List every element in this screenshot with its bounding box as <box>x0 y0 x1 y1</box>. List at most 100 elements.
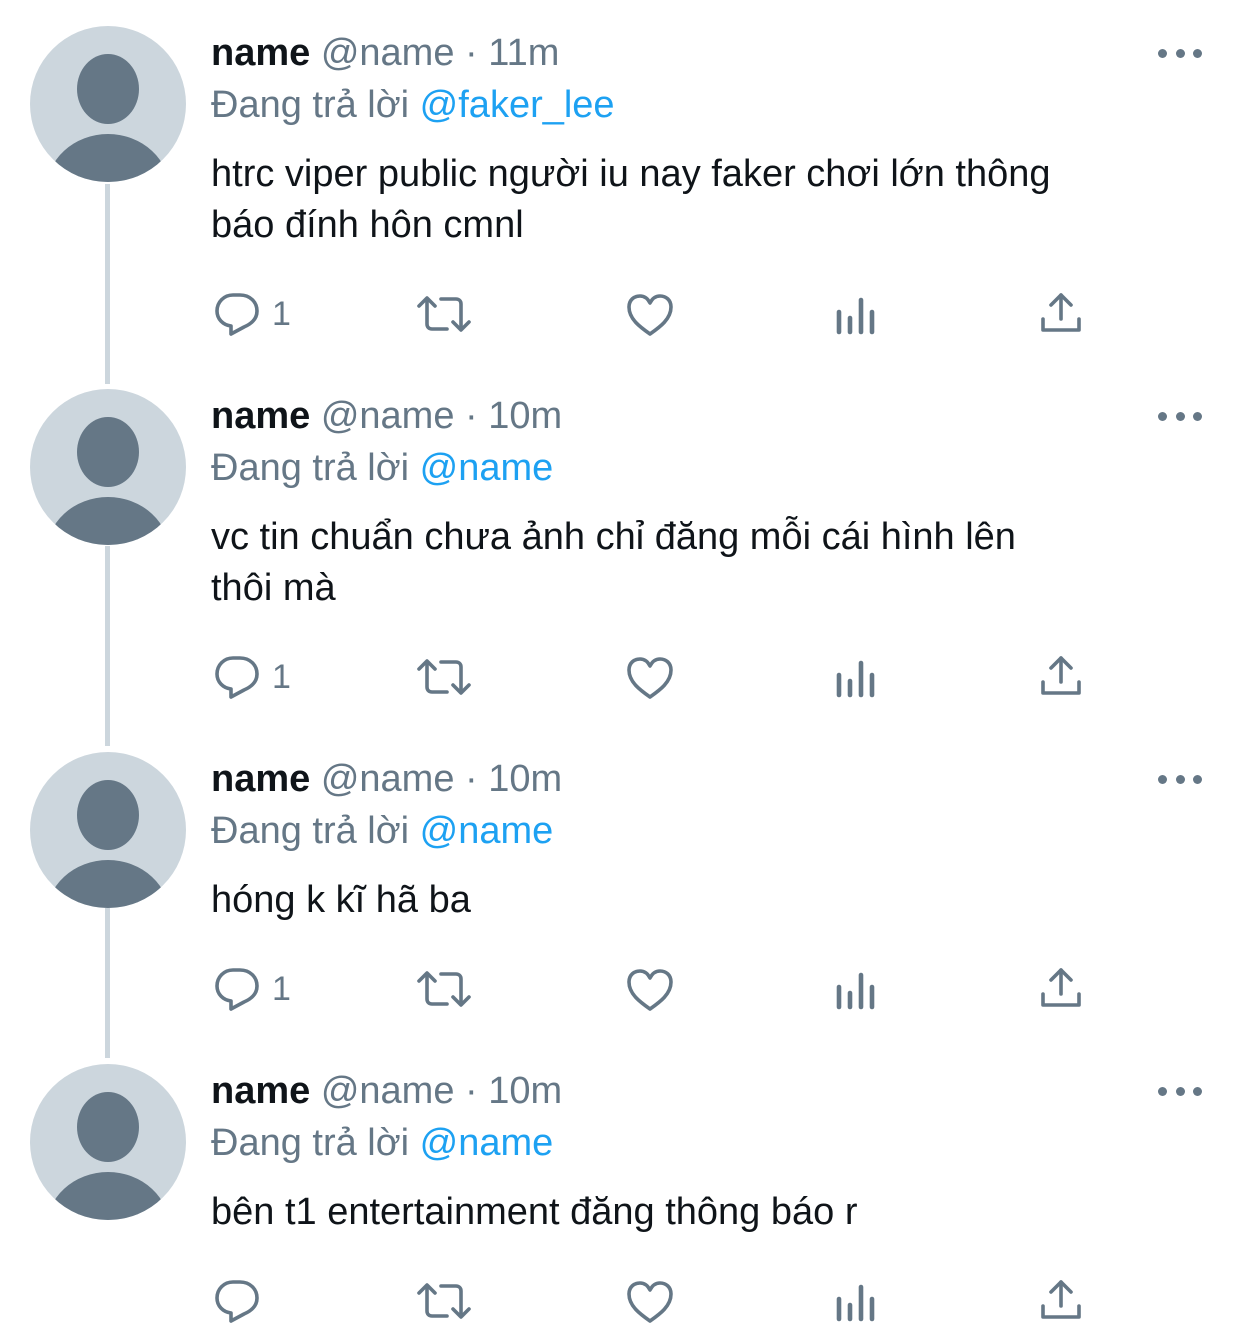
timestamp[interactable]: 11m <box>488 32 559 74</box>
tweet-header: name @name · 10m <box>211 393 562 439</box>
timestamp[interactable]: 10m <box>488 758 562 800</box>
heart-icon <box>627 969 673 1011</box>
analytics-icon <box>836 660 875 698</box>
separator: · <box>465 395 478 437</box>
analytics-icon <box>836 1284 875 1322</box>
share-button[interactable] <box>1040 1279 1082 1321</box>
analytics-button[interactable] <box>834 1283 878 1323</box>
user-handle[interactable]: @name <box>321 395 455 437</box>
more-icon[interactable] <box>1158 45 1202 61</box>
replying-label: Đang trả lời <box>211 810 410 852</box>
default-profile-icon <box>46 780 170 908</box>
reply-icon <box>215 1280 259 1323</box>
replying-to: Đang trả lời @name <box>211 1120 553 1166</box>
timestamp[interactable]: 10m <box>488 1070 562 1112</box>
retweet-button[interactable] <box>416 657 472 697</box>
analytics-icon <box>836 297 875 335</box>
thread-line <box>105 908 110 1058</box>
user-handle[interactable]: @name <box>321 1070 455 1112</box>
analytics-button[interactable] <box>834 659 878 699</box>
display-name[interactable]: name <box>211 395 310 437</box>
default-profile-icon <box>46 54 170 182</box>
retweet-button[interactable] <box>416 294 472 334</box>
tweet-text: htrc viper public người iu nay faker chơ… <box>211 149 1211 251</box>
tweet-text-line: htrc viper public người iu nay faker chơ… <box>211 153 1051 195</box>
default-profile-icon <box>46 1092 170 1220</box>
retweet-icon <box>417 1283 471 1319</box>
like-button[interactable] <box>626 293 674 337</box>
tweet-text-line: hóng k kĩ hã ba <box>211 879 471 921</box>
heart-icon <box>627 657 673 699</box>
tweet-text: bên t1 entertainment đăng thông báo r <box>211 1187 1211 1238</box>
reply-count: 1 <box>272 657 291 696</box>
like-button[interactable] <box>626 968 674 1012</box>
avatar[interactable] <box>30 389 186 545</box>
reply-icon <box>215 656 259 699</box>
replying-label: Đang trả lời <box>211 447 410 489</box>
avatar[interactable] <box>30 26 186 182</box>
reply-to-handle[interactable]: @faker_lee <box>420 84 615 126</box>
timestamp[interactable]: 10m <box>488 395 562 437</box>
like-button[interactable] <box>626 1280 674 1324</box>
analytics-button[interactable] <box>834 971 878 1011</box>
analytics-button[interactable] <box>834 296 878 336</box>
like-button[interactable] <box>626 656 674 700</box>
thread-line <box>105 546 110 746</box>
share-button[interactable] <box>1040 292 1082 334</box>
tweet-text-line: bên t1 entertainment đăng thông báo r <box>211 1191 858 1233</box>
share-icon <box>1041 968 1081 1007</box>
default-profile-icon <box>46 417 170 545</box>
reply-to-handle[interactable]: @name <box>420 447 554 489</box>
replying-to: Đang trả lời @name <box>211 808 553 854</box>
replying-label: Đang trả lời <box>211 1122 410 1164</box>
tweet-text: hóng k kĩ hã ba <box>211 875 1211 926</box>
retweet-button[interactable] <box>416 969 472 1009</box>
tweet-header: name @name · 10m <box>211 1068 562 1114</box>
reply-to-handle[interactable]: @name <box>420 1122 554 1164</box>
tweet-text-line: báo đính hôn cmnl <box>211 204 524 246</box>
share-icon <box>1041 656 1081 695</box>
replying-to: Đang trả lời @faker_lee <box>211 82 615 128</box>
reply-button[interactable]: 1 <box>214 967 291 1011</box>
analytics-icon <box>836 972 875 1010</box>
reply-count: 1 <box>272 969 291 1008</box>
tweet-text: vc tin chuẩn chưa ảnh chỉ đăng mỗi cái h… <box>211 512 1211 614</box>
more-icon[interactable] <box>1158 408 1202 424</box>
replying-to: Đang trả lời @name <box>211 445 553 491</box>
thread-line <box>105 184 110 384</box>
reply-button[interactable]: 1 <box>214 655 291 699</box>
separator: · <box>465 758 478 800</box>
replying-label: Đang trả lời <box>211 84 410 126</box>
tweet-text-line: thôi mà <box>211 567 336 609</box>
retweet-icon <box>417 296 471 332</box>
user-handle[interactable]: @name <box>321 32 455 74</box>
share-icon <box>1041 1280 1081 1319</box>
reply-icon <box>215 968 259 1011</box>
reply-to-handle[interactable]: @name <box>420 810 554 852</box>
reply-button[interactable] <box>214 1279 272 1323</box>
share-button[interactable] <box>1040 967 1082 1009</box>
tweet-text-line: vc tin chuẩn chưa ảnh chỉ đăng mỗi cái h… <box>211 516 1016 558</box>
separator: · <box>465 1070 478 1112</box>
reply-icon <box>215 293 259 336</box>
heart-icon <box>627 1281 673 1323</box>
tweet-header: name @name · 10m <box>211 756 562 802</box>
more-icon[interactable] <box>1158 1083 1202 1099</box>
display-name[interactable]: name <box>211 32 310 74</box>
share-button[interactable] <box>1040 655 1082 697</box>
retweet-icon <box>417 659 471 695</box>
more-icon[interactable] <box>1158 771 1202 787</box>
reply-button[interactable]: 1 <box>214 292 291 336</box>
share-icon <box>1041 293 1081 332</box>
tweet-header: name @name · 11m <box>211 30 559 76</box>
display-name[interactable]: name <box>211 1070 310 1112</box>
avatar[interactable] <box>30 1064 186 1220</box>
avatar[interactable] <box>30 752 186 908</box>
user-handle[interactable]: @name <box>321 758 455 800</box>
display-name[interactable]: name <box>211 758 310 800</box>
separator: · <box>465 32 478 74</box>
retweet-icon <box>417 971 471 1007</box>
heart-icon <box>627 294 673 336</box>
reply-count: 1 <box>272 294 291 333</box>
retweet-button[interactable] <box>416 1281 472 1321</box>
